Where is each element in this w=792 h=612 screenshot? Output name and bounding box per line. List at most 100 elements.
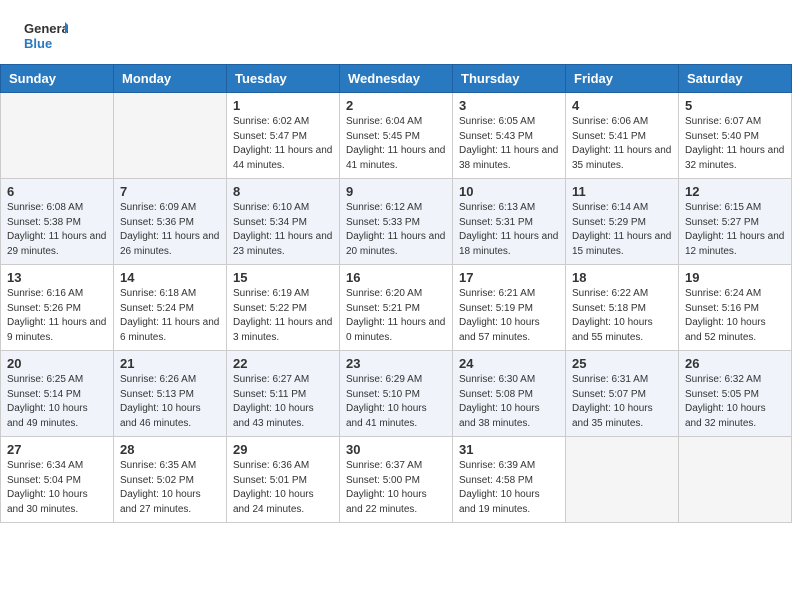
day-number: 31 — [459, 442, 559, 457]
weekday-header-row: SundayMondayTuesdayWednesdayThursdayFrid… — [1, 65, 792, 93]
day-info: Sunrise: 6:20 AM Sunset: 5:21 PM Dayligh… — [346, 287, 446, 345]
calendar-cell: 22 Sunrise: 6:27 AM Sunset: 5:11 PM Dayli… — [227, 351, 340, 437]
weekday-header-tuesday: Tuesday — [227, 65, 340, 93]
day-number: 17 — [459, 270, 559, 285]
calendar-cell: 13Sunrise: 6:16 AM Sunset: 5:26 PM Dayli… — [1, 265, 114, 351]
day-info: Sunrise: 6:31 AM Sunset: 5:07 PM Dayligh… — [572, 373, 672, 431]
calendar-week-row: 1 Sunrise: 6:02 AM Sunset: 5:47 PM Daylig… — [1, 93, 792, 179]
day-info: Sunrise: 6:04 AM Sunset: 5:45 PM Dayligh… — [346, 115, 446, 173]
day-number: 30 — [346, 442, 446, 457]
day-number: 28 — [120, 442, 220, 457]
day-info: Sunrise: 6:09 AM Sunset: 5:36 PM Dayligh… — [120, 201, 220, 259]
day-number: 15 — [233, 270, 333, 285]
day-info: Sunrise: 6:10 AM Sunset: 5:34 PM Dayligh… — [233, 201, 333, 259]
day-info: Sunrise: 6:18 AM Sunset: 5:24 PM Dayligh… — [120, 287, 220, 345]
weekday-header-monday: Monday — [114, 65, 227, 93]
day-info: Sunrise: 6:37 AM Sunset: 5:00 PM Dayligh… — [346, 459, 446, 517]
logo-svg: General Blue — [24, 18, 68, 54]
day-number: 12 — [685, 184, 785, 199]
calendar-cell: 18 Sunrise: 6:22 AM Sunset: 5:18 PM Dayli… — [566, 265, 679, 351]
day-info: Sunrise: 6:16 AM Sunset: 5:26 PM Dayligh… — [7, 287, 107, 345]
calendar-cell: 29 Sunrise: 6:36 AM Sunset: 5:01 PM Dayli… — [227, 437, 340, 523]
day-number: 19 — [685, 270, 785, 285]
day-info: Sunrise: 6:32 AM Sunset: 5:05 PM Dayligh… — [685, 373, 785, 431]
calendar-cell: 17 Sunrise: 6:21 AM Sunset: 5:19 PM Dayli… — [453, 265, 566, 351]
day-number: 3 — [459, 98, 559, 113]
day-number: 23 — [346, 356, 446, 371]
calendar-cell: 6 Sunrise: 6:08 AM Sunset: 5:38 PM Daylig… — [1, 179, 114, 265]
day-number: 6 — [7, 184, 107, 199]
day-info: Sunrise: 6:22 AM Sunset: 5:18 PM Dayligh… — [572, 287, 672, 345]
day-info: Sunrise: 6:02 AM Sunset: 5:47 PM Dayligh… — [233, 115, 333, 173]
calendar-cell: 27 Sunrise: 6:34 AM Sunset: 5:04 PM Dayli… — [1, 437, 114, 523]
day-info: Sunrise: 6:24 AM Sunset: 5:16 PM Dayligh… — [685, 287, 785, 345]
day-number: 18 — [572, 270, 672, 285]
calendar-cell: 7Sunrise: 6:09 AM Sunset: 5:36 PM Daylig… — [114, 179, 227, 265]
calendar-cell: 30 Sunrise: 6:37 AM Sunset: 5:00 PM Dayli… — [340, 437, 453, 523]
calendar-cell: 3 Sunrise: 6:05 AM Sunset: 5:43 PM Daylig… — [453, 93, 566, 179]
calendar-week-row: 13Sunrise: 6:16 AM Sunset: 5:26 PM Dayli… — [1, 265, 792, 351]
calendar-cell: 28Sunrise: 6:35 AM Sunset: 5:02 PM Dayli… — [114, 437, 227, 523]
day-info: Sunrise: 6:21 AM Sunset: 5:19 PM Dayligh… — [459, 287, 559, 345]
day-number: 27 — [7, 442, 107, 457]
svg-text:Blue: Blue — [24, 36, 52, 51]
calendar-cell: 2 Sunrise: 6:04 AM Sunset: 5:45 PM Daylig… — [340, 93, 453, 179]
calendar-cell: 16 Sunrise: 6:20 AM Sunset: 5:21 PM Dayli… — [340, 265, 453, 351]
day-number: 21 — [120, 356, 220, 371]
day-info: Sunrise: 6:12 AM Sunset: 5:33 PM Dayligh… — [346, 201, 446, 259]
calendar-cell: 26 Sunrise: 6:32 AM Sunset: 5:05 PM Dayli… — [679, 351, 792, 437]
calendar-cell: 5 Sunrise: 6:07 AM Sunset: 5:40 PM Daylig… — [679, 93, 792, 179]
page-header: General Blue — [0, 0, 792, 64]
day-info: Sunrise: 6:07 AM Sunset: 5:40 PM Dayligh… — [685, 115, 785, 173]
day-info: Sunrise: 6:34 AM Sunset: 5:04 PM Dayligh… — [7, 459, 107, 517]
calendar-cell: 15Sunrise: 6:19 AM Sunset: 5:22 PM Dayli… — [227, 265, 340, 351]
day-number: 9 — [346, 184, 446, 199]
calendar-cell: 4Sunrise: 6:06 AM Sunset: 5:41 PM Daylig… — [566, 93, 679, 179]
calendar-week-row: 27 Sunrise: 6:34 AM Sunset: 5:04 PM Dayli… — [1, 437, 792, 523]
calendar-week-row: 20Sunrise: 6:25 AM Sunset: 5:14 PM Dayli… — [1, 351, 792, 437]
day-info: Sunrise: 6:25 AM Sunset: 5:14 PM Dayligh… — [7, 373, 107, 431]
calendar-week-row: 6 Sunrise: 6:08 AM Sunset: 5:38 PM Daylig… — [1, 179, 792, 265]
day-number: 1 — [233, 98, 333, 113]
day-number: 25 — [572, 356, 672, 371]
calendar-cell — [1, 93, 114, 179]
calendar-cell — [566, 437, 679, 523]
day-number: 29 — [233, 442, 333, 457]
calendar-cell: 20Sunrise: 6:25 AM Sunset: 5:14 PM Dayli… — [1, 351, 114, 437]
day-info: Sunrise: 6:27 AM Sunset: 5:11 PM Dayligh… — [233, 373, 333, 431]
day-number: 14 — [120, 270, 220, 285]
svg-text:General: General — [24, 21, 68, 36]
weekday-header-saturday: Saturday — [679, 65, 792, 93]
weekday-header-sunday: Sunday — [1, 65, 114, 93]
calendar-cell: 14 Sunrise: 6:18 AM Sunset: 5:24 PM Dayli… — [114, 265, 227, 351]
day-info: Sunrise: 6:30 AM Sunset: 5:08 PM Dayligh… — [459, 373, 559, 431]
calendar-cell: 23 Sunrise: 6:29 AM Sunset: 5:10 PM Dayli… — [340, 351, 453, 437]
calendar-cell: 31 Sunrise: 6:39 AM Sunset: 4:58 PM Dayli… — [453, 437, 566, 523]
day-info: Sunrise: 6:05 AM Sunset: 5:43 PM Dayligh… — [459, 115, 559, 173]
day-info: Sunrise: 6:29 AM Sunset: 5:10 PM Dayligh… — [346, 373, 446, 431]
day-number: 8 — [233, 184, 333, 199]
weekday-header-wednesday: Wednesday — [340, 65, 453, 93]
day-number: 11 — [572, 184, 672, 199]
calendar-cell: 25 Sunrise: 6:31 AM Sunset: 5:07 PM Dayli… — [566, 351, 679, 437]
calendar-cell: 1 Sunrise: 6:02 AM Sunset: 5:47 PM Daylig… — [227, 93, 340, 179]
day-info: Sunrise: 6:14 AM Sunset: 5:29 PM Dayligh… — [572, 201, 672, 259]
day-info: Sunrise: 6:08 AM Sunset: 5:38 PM Dayligh… — [7, 201, 107, 259]
day-info: Sunrise: 6:36 AM Sunset: 5:01 PM Dayligh… — [233, 459, 333, 517]
calendar-cell: 24Sunrise: 6:30 AM Sunset: 5:08 PM Dayli… — [453, 351, 566, 437]
day-number: 26 — [685, 356, 785, 371]
day-info: Sunrise: 6:15 AM Sunset: 5:27 PM Dayligh… — [685, 201, 785, 259]
weekday-header-friday: Friday — [566, 65, 679, 93]
day-number: 22 — [233, 356, 333, 371]
day-number: 5 — [685, 98, 785, 113]
logo: General Blue — [24, 18, 68, 54]
day-number: 16 — [346, 270, 446, 285]
weekday-header-thursday: Thursday — [453, 65, 566, 93]
day-number: 2 — [346, 98, 446, 113]
calendar-cell: 10Sunrise: 6:13 AM Sunset: 5:31 PM Dayli… — [453, 179, 566, 265]
day-info: Sunrise: 6:39 AM Sunset: 4:58 PM Dayligh… — [459, 459, 559, 517]
day-info: Sunrise: 6:26 AM Sunset: 5:13 PM Dayligh… — [120, 373, 220, 431]
calendar-cell: 9 Sunrise: 6:12 AM Sunset: 5:33 PM Daylig… — [340, 179, 453, 265]
calendar-cell: 11 Sunrise: 6:14 AM Sunset: 5:29 PM Dayli… — [566, 179, 679, 265]
calendar-cell: 19 Sunrise: 6:24 AM Sunset: 5:16 PM Dayli… — [679, 265, 792, 351]
